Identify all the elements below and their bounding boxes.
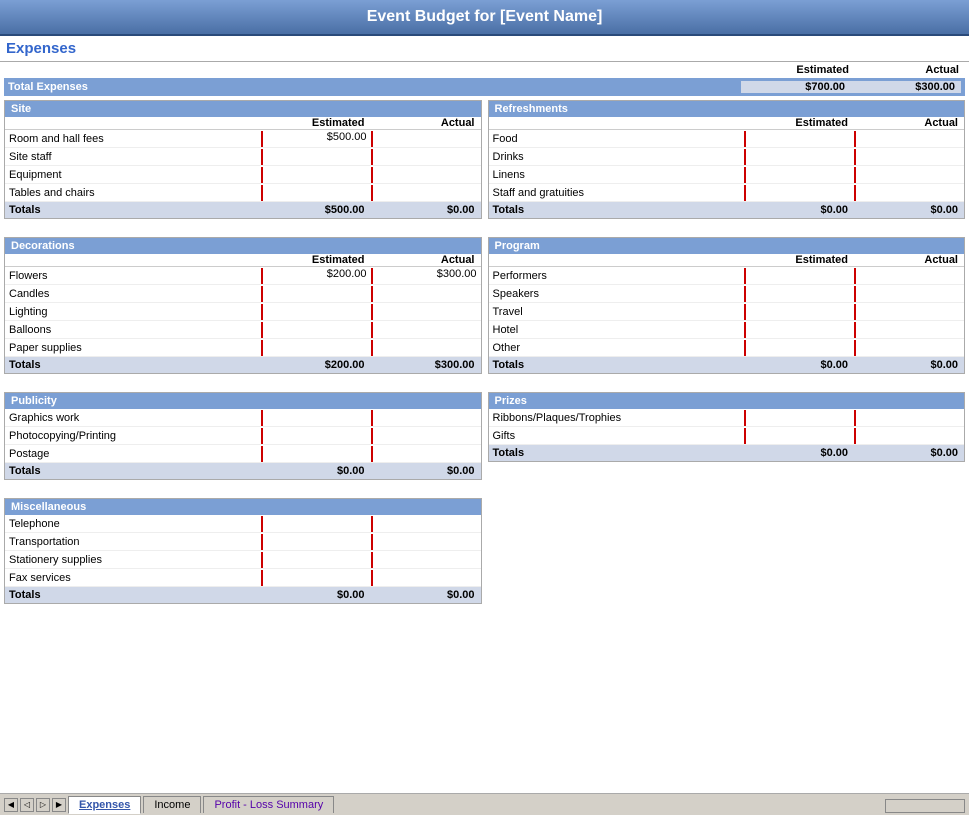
program-section: Program Estimated Actual Performers Spea… [488,237,966,374]
prizes-header: Prizes [489,393,965,409]
tab-prev-btn2[interactable]: ◁ [20,798,34,812]
table-row: Equipment [5,166,481,184]
decorations-section: Decorations Estimated Actual Flowers $20… [4,237,482,374]
prizes-totals-row: Totals $0.00 $0.00 [489,445,965,461]
right-column: Refreshments Estimated Actual Food Drink… [488,100,966,604]
table-row: Gifts [489,427,965,445]
publicity-totals-row: Totals $0.00 $0.00 [5,463,481,479]
publicity-header: Publicity [5,393,481,409]
tab-bar: ◀ ◁ ▷ ▶ Expenses Income Profit - Loss Su… [0,793,969,815]
table-row: Travel [489,303,965,321]
table-row: Hotel [489,321,965,339]
miscellaneous-header: Miscellaneous [5,499,481,515]
table-row: Paper supplies [5,339,481,357]
table-row: Room and hall fees $500.00 [5,130,481,148]
table-row: Photocopying/Printing [5,427,481,445]
table-row: Flowers $200.00 $300.00 [5,267,481,285]
table-row: Drinks [489,148,965,166]
table-row: Staff and gratuities [489,184,965,202]
tab-income[interactable]: Income [143,796,201,813]
table-row: Stationery supplies [5,551,481,569]
table-row: Graphics work [5,409,481,427]
horizontal-scrollbar[interactable] [885,799,965,813]
refreshments-section: Refreshments Estimated Actual Food Drink… [488,100,966,219]
miscellaneous-section: Miscellaneous Telephone Transportation S… [4,498,482,604]
scrollbar-area [336,797,965,813]
page-title: Event Budget for [Event Name] [367,8,603,25]
refreshments-col-headers: Estimated Actual [489,117,965,130]
decorations-header: Decorations [5,238,481,254]
decorations-totals-row: Totals $200.00 $300.00 [5,357,481,373]
table-row: Other [489,339,965,357]
publicity-section: Publicity Graphics work Photocopying/Pri… [4,392,482,480]
table-row: Food [489,130,965,148]
decorations-col-headers: Estimated Actual [5,254,481,267]
site-col-headers: Estimated Actual [5,117,481,130]
program-col-headers: Estimated Actual [489,254,965,267]
tab-next-btn[interactable]: ▷ [36,798,50,812]
table-row: Fax services [5,569,481,587]
site-totals-row: Totals $500.00 $0.00 [5,202,481,218]
program-header: Program [489,238,965,254]
prizes-section: Prizes Ribbons/Plaques/Trophies Gifts To… [488,392,966,462]
table-row: Lighting [5,303,481,321]
table-row: Telephone [5,515,481,533]
global-header-row: Estimated Actual [0,62,969,78]
tab-next-btn2[interactable]: ▶ [52,798,66,812]
table-row: Tables and chairs [5,184,481,202]
table-row: Candles [5,285,481,303]
tab-prev-btn[interactable]: ◀ [4,798,18,812]
table-row: Balloons [5,321,481,339]
site-section: Site Estimated Actual Room and hall fees… [4,100,482,219]
main-content: Site Estimated Actual Room and hall fees… [0,100,969,604]
program-totals-row: Totals $0.00 $0.00 [489,357,965,373]
table-row: Ribbons/Plaques/Trophies [489,409,965,427]
tab-pnl[interactable]: Profit - Loss Summary [203,796,334,813]
table-row: Site staff [5,148,481,166]
miscellaneous-totals-row: Totals $0.00 $0.00 [5,587,481,603]
total-expenses-bar: Total Expenses $700.00 $300.00 [4,78,965,96]
table-row: Performers [489,267,965,285]
refreshments-header: Refreshments [489,101,965,117]
refreshments-totals-row: Totals $0.00 $0.00 [489,202,965,218]
table-row: Transportation [5,533,481,551]
table-row: Speakers [489,285,965,303]
table-row: Linens [489,166,965,184]
left-column: Site Estimated Actual Room and hall fees… [4,100,482,604]
expenses-header: Expenses [0,36,969,62]
table-row: Postage [5,445,481,463]
tab-expenses[interactable]: Expenses [68,796,141,814]
title-bar: Event Budget for [Event Name] [0,0,969,36]
site-header: Site [5,101,481,117]
